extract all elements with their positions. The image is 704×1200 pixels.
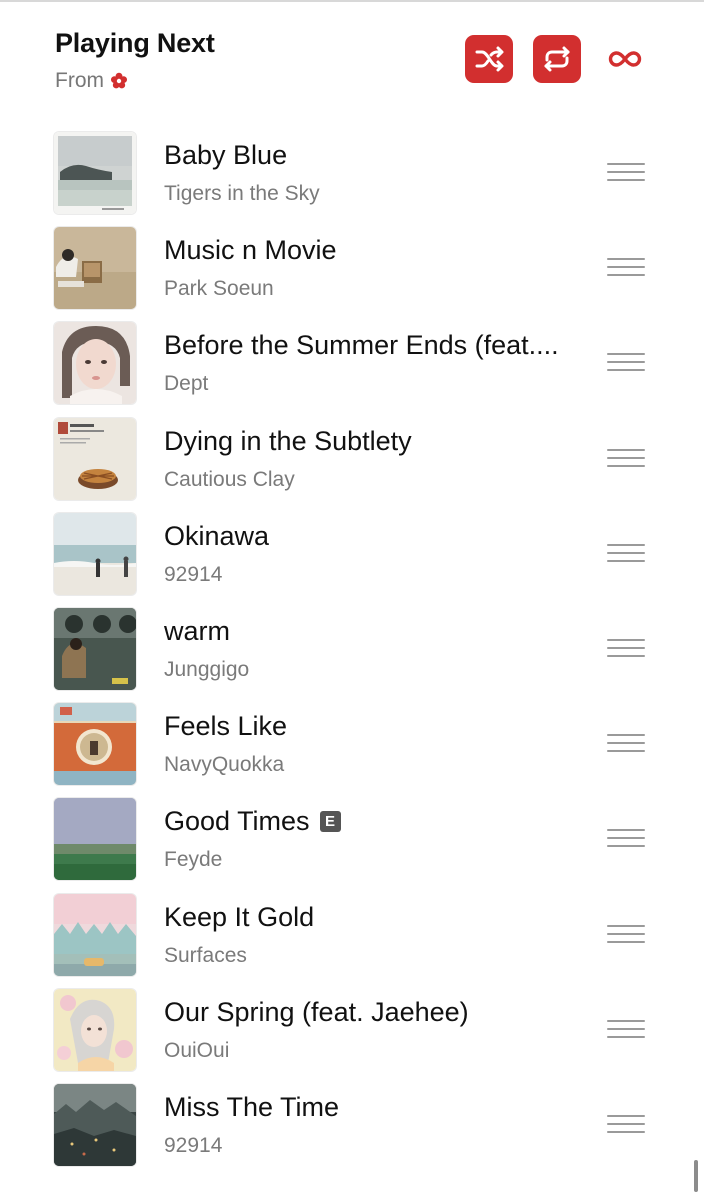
song-title: warm bbox=[164, 615, 230, 646]
reorder-handle-icon[interactable] bbox=[607, 829, 645, 849]
repeat-button[interactable] bbox=[533, 35, 581, 83]
reorder-handle-icon[interactable] bbox=[607, 258, 645, 278]
song-title: Our Spring (feat. Jaehee) bbox=[164, 996, 469, 1027]
reorder-handle-icon[interactable] bbox=[607, 1114, 645, 1135]
list-item[interactable]: Keep It Gold Surfaces bbox=[0, 892, 704, 987]
album-art bbox=[54, 893, 136, 976]
song-artist: 92914 bbox=[164, 562, 223, 586]
song-artist: Feyde bbox=[164, 848, 223, 872]
song-artist: Tigers in the Sky bbox=[164, 182, 320, 205]
album-art bbox=[54, 227, 136, 310]
autoplay-button[interactable] bbox=[601, 35, 649, 83]
song-title: Good Times E bbox=[164, 806, 341, 837]
shuffle-icon bbox=[475, 46, 504, 72]
queue-header: Playing Next From bbox=[55, 28, 215, 93]
reorder-handle-icon[interactable] bbox=[607, 448, 645, 469]
list-item[interactable]: Our Spring (feat. Jaehee) OuiOui bbox=[0, 987, 704, 1082]
song-artist: NavyQuokka bbox=[164, 753, 285, 777]
song-artist: Park Soeun bbox=[164, 277, 274, 301]
top-divider bbox=[0, 0, 704, 2]
from-label: From bbox=[55, 69, 104, 92]
song-title: Dying in the Subtlety bbox=[164, 425, 412, 456]
song-artist: Cautious Clay bbox=[164, 467, 295, 491]
scrollbar[interactable] bbox=[694, 1160, 698, 1192]
explicit-badge: E bbox=[319, 811, 341, 833]
list-item[interactable]: warm Junggigo bbox=[0, 606, 704, 701]
song-title: Feels Like bbox=[164, 711, 288, 742]
album-art bbox=[54, 417, 136, 500]
reorder-handle-icon[interactable] bbox=[607, 353, 645, 373]
album-art bbox=[54, 703, 136, 786]
infinity-icon bbox=[608, 51, 642, 67]
album-art bbox=[54, 132, 136, 214]
list-item[interactable]: Before the Summer Ends (feat.... Dept bbox=[0, 320, 704, 415]
list-item[interactable]: Okinawa 92914 bbox=[0, 511, 704, 606]
song-title: Keep It Gold bbox=[164, 901, 315, 932]
song-title: Miss The Time bbox=[164, 1091, 340, 1122]
list-item[interactable]: Baby Blue Tigers in the Sky bbox=[0, 130, 704, 225]
list-item[interactable]: Feels Like NavyQuokka bbox=[0, 701, 704, 796]
shuffle-button[interactable] bbox=[465, 35, 513, 83]
list-item[interactable]: Miss The Time 92914 bbox=[0, 1082, 704, 1177]
song-artist: Junggigo bbox=[164, 657, 250, 681]
reorder-handle-icon[interactable] bbox=[607, 163, 645, 183]
song-title-text: Good Times bbox=[164, 806, 310, 837]
song-title: Music n Movie bbox=[164, 235, 337, 266]
source-label: From bbox=[55, 69, 215, 93]
album-art bbox=[54, 988, 136, 1071]
reorder-handle-icon[interactable] bbox=[607, 638, 645, 659]
queue-list: Baby Blue Tigers in the Sky Music n Movi… bbox=[0, 130, 704, 1177]
song-title: Okinawa bbox=[164, 520, 270, 551]
reorder-handle-icon[interactable] bbox=[607, 543, 645, 564]
list-item[interactable]: Music n Movie Park Soeun bbox=[0, 225, 704, 320]
song-artist: Dept bbox=[164, 372, 209, 396]
song-artist: OuiOui bbox=[164, 1038, 230, 1062]
album-art bbox=[54, 607, 136, 690]
album-art bbox=[54, 322, 136, 405]
flower-icon bbox=[110, 72, 128, 90]
album-art bbox=[54, 512, 136, 595]
song-artist: 92914 bbox=[164, 1133, 223, 1157]
reorder-handle-icon[interactable] bbox=[607, 924, 645, 945]
reorder-handle-icon[interactable] bbox=[607, 1019, 645, 1040]
album-art bbox=[54, 798, 136, 881]
list-item[interactable]: Dying in the Subtlety Cautious Clay bbox=[0, 416, 704, 511]
list-item[interactable]: Good Times E Feyde bbox=[0, 796, 704, 891]
song-title: Before the Summer Ends (feat.... bbox=[164, 330, 559, 361]
album-art bbox=[54, 1083, 136, 1166]
song-artist: Surfaces bbox=[164, 943, 247, 967]
repeat-icon bbox=[544, 46, 570, 72]
song-title: Baby Blue bbox=[164, 140, 288, 170]
page-title: Playing Next bbox=[55, 28, 215, 58]
reorder-handle-icon[interactable] bbox=[607, 734, 645, 754]
